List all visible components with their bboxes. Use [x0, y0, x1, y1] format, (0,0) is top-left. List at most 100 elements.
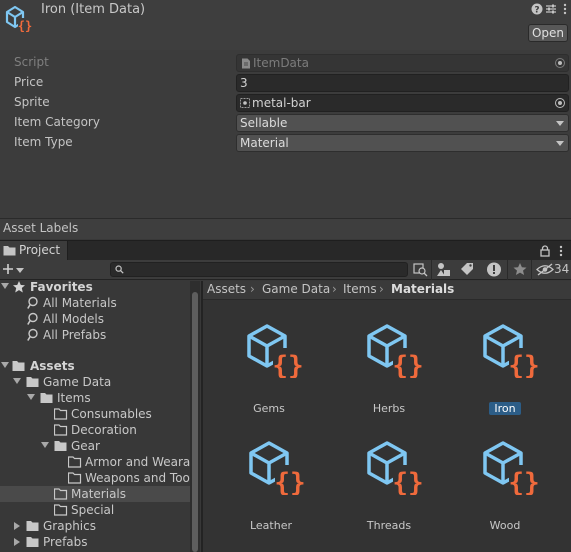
tree-item-prefabs[interactable]: Prefabs — [0, 534, 190, 550]
sprite-icon — [240, 98, 250, 108]
fold-open-icon[interactable] — [41, 442, 49, 448]
breadcrumb-materials[interactable]: Materials — [391, 282, 454, 296]
inspector-title: Iron (Item Data) — [41, 2, 146, 17]
tree-item-consumables[interactable]: Consumables — [0, 406, 190, 422]
asset-tile[interactable]: {} Leather — [221, 439, 321, 539]
folder-icon — [54, 408, 68, 420]
asset-tile[interactable]: {} Herbs — [339, 322, 439, 422]
tree-label: Favorites — [30, 280, 93, 294]
folder-icon — [3, 246, 16, 256]
filter-by-type-icon[interactable] — [433, 261, 455, 278]
asset-name: Wood — [489, 519, 521, 532]
breadcrumb-assets[interactable]: Assets — [207, 282, 246, 296]
tree-label: Materials — [71, 487, 127, 501]
svg-text:{}: {} — [18, 19, 32, 33]
kebab-menu-icon[interactable] — [557, 245, 565, 257]
preset-icon[interactable] — [545, 3, 557, 15]
asset-tile[interactable]: {} Wood — [455, 439, 555, 539]
tree-label: Prefabs — [43, 535, 88, 549]
tree-item-armor[interactable]: Armor and Wearab — [0, 454, 198, 470]
asset-tile[interactable]: {} Threads — [339, 439, 439, 539]
asset-name: Herbs — [372, 402, 406, 415]
hidden-packages-eye-icon[interactable] — [536, 263, 554, 276]
tree-item-all-models[interactable]: All Models — [0, 311, 190, 327]
help-icon[interactable]: ? — [531, 3, 543, 15]
search-box[interactable] — [110, 262, 408, 277]
chevron-down-icon[interactable] — [16, 268, 24, 273]
tree-label: Weapons and Tool — [85, 471, 194, 485]
inspector-panel: {} Iron (Item Data) ? Open Script ItemDa… — [0, 0, 571, 218]
fold-open-icon[interactable] — [1, 283, 9, 289]
tree-label: All Prefabs — [43, 328, 107, 342]
tree-item-special[interactable]: Special — [0, 502, 190, 518]
tree-item-favorites[interactable]: Favorites — [0, 279, 190, 295]
asset-labels-header[interactable]: Asset Labels — [0, 218, 571, 239]
asset-tile[interactable]: {} Gems — [219, 322, 319, 422]
script-name: ItemData — [253, 56, 309, 70]
sprite-name: metal-bar — [252, 96, 311, 110]
fold-closed-icon[interactable] — [14, 538, 20, 546]
folder-icon — [54, 488, 68, 500]
fold-closed-icon[interactable] — [14, 522, 20, 530]
sprite-field[interactable]: metal-bar — [236, 94, 569, 112]
asset-name: Leather — [249, 519, 293, 532]
tree-label: Decoration — [71, 423, 137, 437]
search-input[interactable] — [127, 263, 407, 276]
lock-icon[interactable] — [540, 245, 550, 257]
property-label: Script — [14, 55, 49, 69]
property-row-item-category: Item Category Sellable — [0, 113, 571, 133]
svg-text:{}: {} — [392, 351, 423, 378]
tab-project[interactable]: Project — [0, 241, 68, 261]
tree-item-graphics[interactable]: Graphics — [0, 518, 190, 534]
tree-scrollbar-thumb[interactable] — [192, 292, 198, 552]
price-field[interactable]: 3 — [236, 74, 569, 92]
breadcrumb-game-data[interactable]: Game Data — [262, 282, 330, 296]
chevron-right-icon: › — [332, 282, 337, 296]
asset-tile-selected[interactable]: {} Iron — [455, 322, 555, 422]
tree-item-assets[interactable]: Assets — [0, 358, 190, 374]
svg-text:{}: {} — [274, 468, 305, 495]
folder-icon — [26, 521, 39, 531]
tree-label: Special — [71, 503, 115, 517]
plus-icon[interactable] — [2, 263, 14, 275]
kebab-menu-icon[interactable] — [559, 3, 571, 15]
tree-item-game-data[interactable]: Game Data — [0, 374, 190, 390]
search-icon — [27, 328, 38, 341]
script-file-icon — [242, 58, 250, 69]
tree-label: Gear — [71, 439, 100, 453]
tree-item-gear[interactable]: Gear — [0, 438, 190, 454]
open-button[interactable]: Open — [528, 24, 568, 42]
tree-item-all-prefabs[interactable]: All Prefabs — [0, 327, 190, 343]
chevron-right-icon: › — [379, 282, 384, 296]
tree-item-materials[interactable]: Materials — [0, 486, 190, 502]
asset-name: Threads — [366, 519, 412, 532]
fold-open-icon[interactable] — [13, 378, 21, 384]
item-category-dropdown[interactable]: Sellable — [236, 114, 569, 132]
tab-label: Project — [19, 243, 61, 257]
tree-label: Items — [57, 391, 91, 405]
property-row-price: Price 3 — [0, 73, 571, 93]
tree-item-decoration[interactable]: Decoration — [0, 422, 190, 438]
fold-open-icon[interactable] — [1, 362, 9, 368]
search-icon — [115, 265, 124, 274]
tree-item-weapons[interactable]: Weapons and Tool — [0, 470, 194, 486]
label-tag-icon[interactable] — [456, 261, 478, 278]
fold-open-icon[interactable] — [27, 394, 35, 400]
search-by-type-icon[interactable] — [410, 261, 432, 278]
tree-label: All Materials — [43, 296, 117, 310]
folder-open-icon — [12, 361, 25, 371]
folder-icon — [54, 424, 68, 436]
asset-name: Iron — [455, 402, 555, 415]
object-picker-icon[interactable] — [555, 98, 565, 108]
star-favorite-icon[interactable] — [509, 261, 531, 278]
scriptable-object-icon: {} — [247, 324, 303, 378]
tree-item-items[interactable]: Items — [0, 390, 190, 406]
tree-item-all-materials[interactable]: All Materials — [0, 295, 190, 311]
item-type-dropdown[interactable]: Material — [236, 134, 569, 152]
property-label: Item Category — [14, 115, 100, 129]
property-label: Item Type — [14, 135, 73, 149]
breadcrumb-items[interactable]: Items — [343, 282, 377, 296]
dropdown-value: Material — [240, 136, 289, 150]
warning-filter-icon[interactable] — [483, 261, 505, 278]
scriptable-object-icon: {} — [249, 441, 305, 495]
